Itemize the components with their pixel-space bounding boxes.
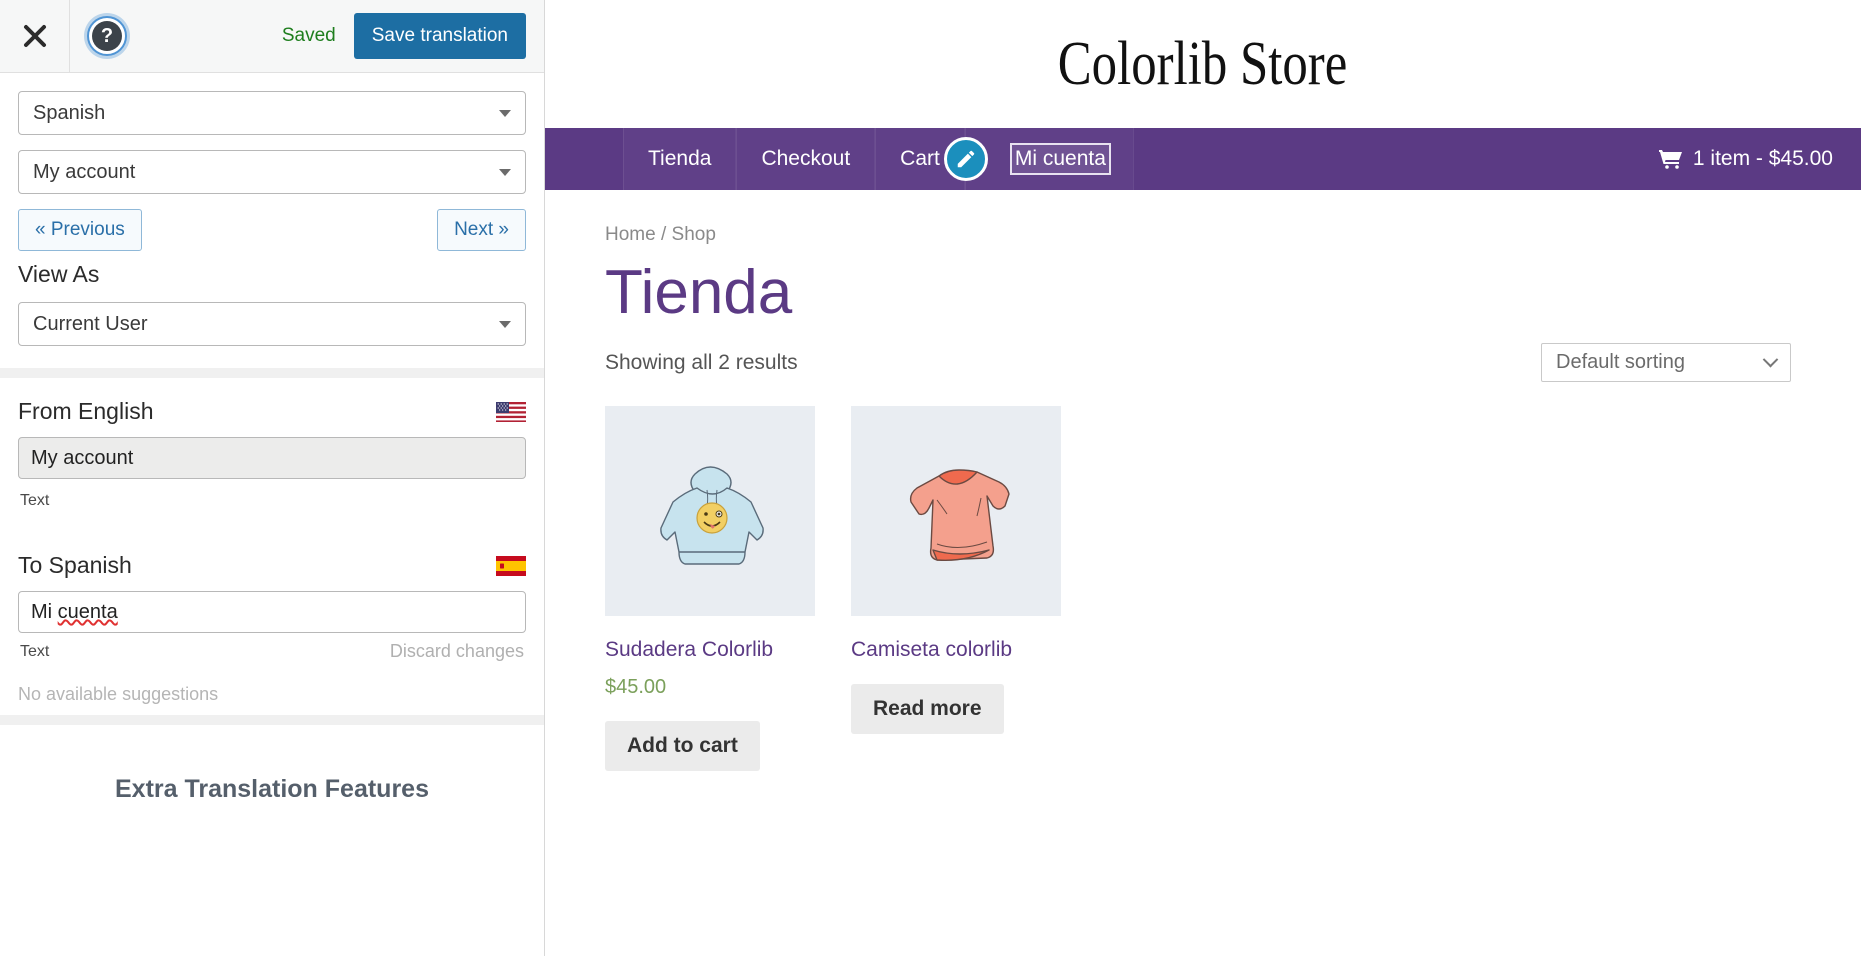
read-more-button[interactable]: Read more — [851, 684, 1004, 735]
previous-button[interactable]: « Previous — [18, 209, 142, 251]
view-as-select-value: Current User — [33, 312, 148, 335]
site-preview: Colorlib Store Tienda Checkout Cart Mi c… — [545, 0, 1861, 956]
breadcrumb-current: Shop — [671, 224, 716, 245]
pencil-edit-icon — [957, 150, 975, 168]
help-button[interactable]: ? — [70, 0, 144, 73]
product-card: Camiseta colorlib Read more — [851, 406, 1061, 771]
source-type-label: Text — [20, 492, 50, 509]
site-content: Home / Shop Tienda Showing all 2 results… — [545, 190, 1861, 772]
panel-toolbar: ? Saved Save translation — [0, 0, 544, 73]
site-navigation: Tienda Checkout Cart Mi cuenta 1 item - … — [545, 128, 1861, 190]
product-grid: Sudadera Colorlib $45.00 Add to cart Cam… — [605, 406, 1801, 772]
product-price: $45.00 — [605, 676, 667, 699]
string-select-value: My account — [33, 160, 136, 183]
translation-panel: ? Saved Save translation Spanish My acco… — [0, 0, 545, 956]
result-count: Showing all 2 results — [605, 350, 798, 374]
chevron-down-icon — [499, 169, 511, 176]
chevron-down-icon — [1762, 351, 1779, 368]
breadcrumb: Home / Shop — [605, 224, 1801, 246]
nav-left-spacer — [545, 128, 623, 190]
coral-tshirt-image — [909, 469, 1010, 562]
source-text-field[interactable] — [18, 437, 526, 479]
selectors-section: Spanish My account « Previous Next » Vie… — [0, 73, 544, 378]
site-header: Colorlib Store — [545, 0, 1861, 128]
no-suggestions-text: No available suggestions — [18, 684, 219, 704]
nav-item-checkout[interactable]: Checkout — [736, 128, 876, 190]
product-card: Sudadera Colorlib $45.00 Add to cart — [605, 406, 815, 772]
discard-changes-link[interactable]: Discard changes — [390, 641, 524, 662]
target-text-field[interactable]: Mi cuenta — [18, 591, 526, 633]
extra-features-title: Extra Translation Features — [114, 775, 429, 803]
language-select-value: Spanish — [33, 101, 106, 124]
blue-hoodie-image — [660, 466, 764, 565]
sorting-select[interactable]: Default sorting — [1541, 343, 1791, 383]
target-type-label: Text — [20, 642, 50, 660]
nav-item-label: Cart — [900, 147, 940, 170]
close-x-icon — [23, 25, 46, 47]
results-toolbar: Showing all 2 results Default sorting — [605, 343, 1801, 383]
help-question-icon: ? — [87, 16, 127, 56]
chevron-down-icon — [499, 110, 511, 117]
target-header: To Spanish — [18, 552, 526, 579]
nav-item-label: Tienda — [648, 147, 712, 170]
toolbar-actions: Saved Save translation — [282, 13, 544, 59]
nav-item-tienda[interactable]: Tienda — [623, 128, 737, 190]
extra-features-section: Extra Translation Features — [0, 725, 544, 804]
product-image-hoodie[interactable] — [605, 406, 815, 617]
source-header: From English — [18, 398, 526, 425]
target-text-prefix: Mi — [31, 601, 58, 623]
breadcrumb-separator: / — [660, 224, 667, 245]
sorting-select-value: Default sorting — [1556, 351, 1685, 374]
save-translation-button[interactable]: Save translation — [353, 13, 526, 59]
translation-editor-app: ? Saved Save translation Spanish My acco… — [0, 0, 1861, 956]
source-title: From English — [18, 398, 154, 424]
add-to-cart-button[interactable]: Add to cart — [605, 721, 760, 772]
product-name[interactable]: Sudadera Colorlib — [605, 638, 815, 662]
pagination-row: « Previous Next » — [18, 209, 526, 251]
nav-item-mi-cuenta[interactable]: Mi cuenta — [943, 128, 1134, 190]
edit-string-button[interactable] — [943, 137, 988, 181]
nav-item-label: Mi cuenta — [1009, 143, 1111, 175]
cart-summary[interactable]: 1 item - $45.00 — [1658, 128, 1861, 190]
field-gap — [18, 510, 526, 552]
view-as-select[interactable]: Current User — [18, 302, 526, 346]
cart-label: 1 item - $45.00 — [1692, 147, 1833, 170]
product-image-tshirt[interactable] — [851, 406, 1061, 617]
next-button[interactable]: Next » — [437, 209, 526, 251]
string-select[interactable]: My account — [18, 150, 526, 194]
target-text-misspelled: cuenta — [57, 601, 118, 623]
saved-status: Saved — [281, 25, 336, 46]
translation-fields-section: From English My account Text To Spanish … — [0, 378, 544, 725]
es-flag-icon — [496, 555, 526, 576]
breadcrumb-home[interactable]: Home — [605, 224, 656, 245]
product-name[interactable]: Camiseta colorlib — [851, 638, 1061, 662]
site-title: Colorlib Store — [1058, 29, 1348, 98]
target-meta-row: Text Discard changes — [20, 641, 524, 662]
nav-item-label: Checkout — [761, 147, 851, 170]
us-flag-icon — [496, 401, 526, 422]
close-button[interactable] — [0, 0, 70, 73]
view-as-label: View As — [18, 261, 100, 287]
target-title: To Spanish — [18, 552, 132, 578]
source-meta-row: Text — [20, 492, 524, 510]
page-title: Tienda — [605, 258, 793, 327]
language-select[interactable]: Spanish — [18, 91, 526, 135]
shopping-cart-icon — [1658, 150, 1682, 169]
chevron-down-icon — [499, 321, 511, 328]
